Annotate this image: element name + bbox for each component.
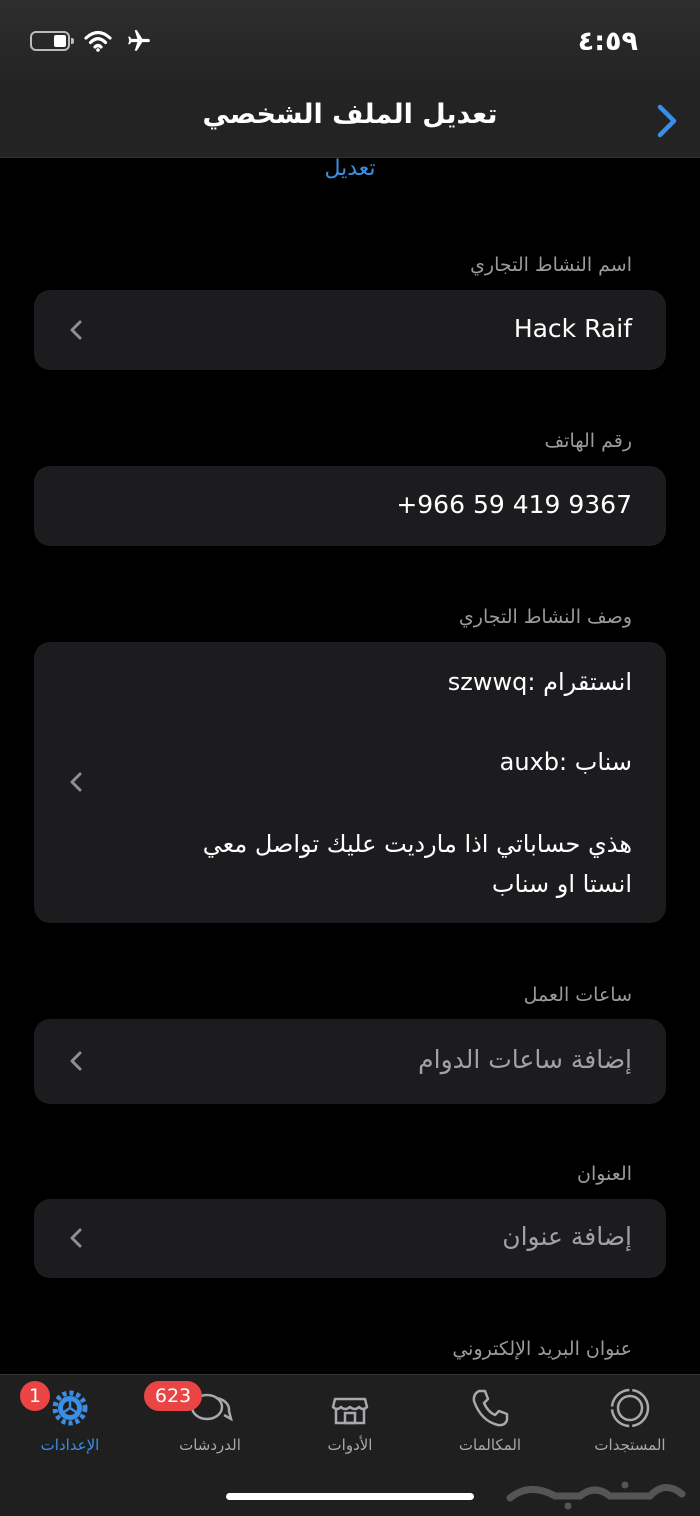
phone-value: +966 59 419 9367 xyxy=(396,490,632,519)
description-label: وصف النشاط التجاري xyxy=(458,606,632,628)
tab-updates-label: المستجدات xyxy=(594,1436,666,1454)
description-line: انستقرام :szwwq xyxy=(447,668,632,696)
chevron-left-icon xyxy=(70,320,82,340)
description-line: انستا او سناب xyxy=(491,870,632,898)
store-icon xyxy=(331,1397,369,1425)
phone-icon xyxy=(472,1389,509,1427)
address-label: العنوان xyxy=(576,1163,632,1185)
hours-field[interactable]: إضافة ساعات الدوام xyxy=(34,1019,666,1104)
status-icons xyxy=(30,28,152,54)
airplane-icon xyxy=(128,30,150,51)
tab-tools[interactable]: الأدوات xyxy=(290,1385,410,1465)
chevron-left-icon xyxy=(70,1228,82,1248)
hours-placeholder: إضافة ساعات الدوام xyxy=(418,1045,632,1074)
tab-calls[interactable]: المكالمات xyxy=(430,1385,550,1465)
nav-bar: تعديل الملف الشخصي xyxy=(0,85,700,158)
chevron-left-icon xyxy=(70,1051,82,1071)
tab-chats-label: الدردشات xyxy=(179,1436,241,1454)
back-chevron-icon[interactable] xyxy=(652,101,682,141)
home-indicator xyxy=(226,1493,474,1500)
business-name-value: Hack Raif xyxy=(513,314,632,343)
description-line: سناب :auxb xyxy=(499,748,632,776)
email-label: عنوان البريد الإلكتروني xyxy=(452,1338,632,1360)
battery-icon xyxy=(30,31,74,51)
chevron-left-icon xyxy=(70,772,82,792)
status-bar: ٤:٥٩ xyxy=(0,0,700,85)
tab-tools-label: الأدوات xyxy=(327,1436,373,1454)
tab-settings-label: الإعدادات xyxy=(40,1436,100,1454)
chats-badge: 623 xyxy=(144,1381,202,1411)
status-time: ٤:٥٩ xyxy=(577,26,638,57)
phone-field[interactable]: +966 59 419 9367 xyxy=(34,466,666,546)
address-placeholder: إضافة عنوان xyxy=(502,1222,632,1251)
hours-label: ساعات العمل xyxy=(523,984,632,1006)
address-field[interactable]: إضافة عنوان xyxy=(34,1199,666,1278)
business-name-label: اسم النشاط التجاري xyxy=(470,254,632,276)
tab-updates[interactable]: المستجدات xyxy=(570,1385,690,1465)
settings-badge: 1 xyxy=(20,1381,50,1411)
tab-calls-label: المكالمات xyxy=(458,1436,522,1454)
page-title: تعديل الملف الشخصي xyxy=(202,99,498,130)
phone-label: رقم الهاتف xyxy=(544,430,632,452)
edit-photo-link[interactable]: تعديل xyxy=(0,156,700,181)
business-name-field[interactable]: Hack Raif xyxy=(34,290,666,370)
status-icon xyxy=(610,1388,650,1428)
description-field[interactable]: انستقرام :szwwq سناب :auxb هذي حساباتي ا… xyxy=(34,642,666,923)
watermark-logo-icon xyxy=(506,1481,686,1510)
settings-gear-icon xyxy=(52,1390,88,1426)
wifi-icon xyxy=(84,30,112,52)
description-line: هذي حساباتي اذا ماردیت علیك تواصل معي xyxy=(202,830,632,858)
